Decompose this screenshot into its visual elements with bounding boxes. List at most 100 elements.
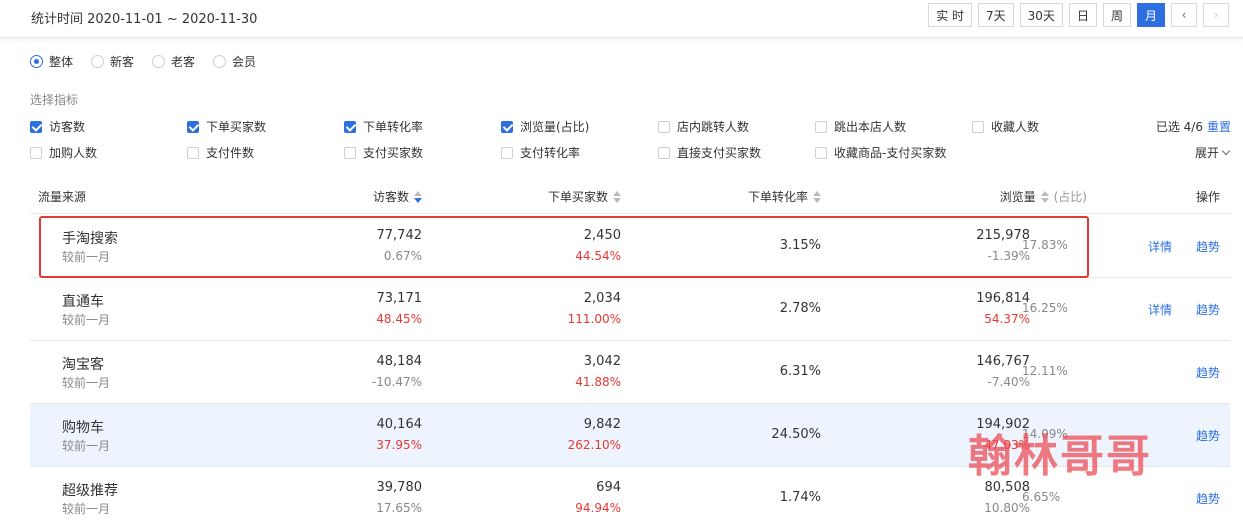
sort-icon[interactable] bbox=[813, 190, 821, 203]
buyers-value: 694 bbox=[596, 480, 621, 495]
buyers-change: 111.00% bbox=[567, 312, 621, 326]
segment-radio-group: 整体 新客 老客 会员 bbox=[30, 53, 256, 70]
metric-bounce[interactable]: 跳出本店人数 bbox=[815, 118, 972, 135]
buyers-value: 2,034 bbox=[583, 291, 621, 306]
metric-order-conversion[interactable]: 下单转化率 bbox=[344, 118, 501, 135]
metric-paid-items[interactable]: 支付件数 bbox=[187, 144, 344, 161]
chevron-down-icon bbox=[1221, 146, 1231, 156]
metric-direct-pay-buyers[interactable]: 直接支付买家数 bbox=[658, 144, 815, 161]
buyers-value: 3,042 bbox=[583, 354, 621, 369]
metric-internal-jumps[interactable]: 店内跳转人数 bbox=[658, 118, 815, 135]
time-btn-week[interactable]: 周 bbox=[1102, 3, 1131, 27]
conversion-value: 1.74% bbox=[779, 490, 821, 505]
table-row-hovered: 购物车 较前一月 40,164 37.95% 9,842 262.10% 24.… bbox=[30, 404, 1230, 467]
conversion-value: 2.78% bbox=[779, 301, 821, 316]
conversion-value: 24.50% bbox=[771, 427, 821, 442]
time-btn-month[interactable]: 月 bbox=[1136, 3, 1165, 27]
chevron-left-icon: ‹ bbox=[1181, 8, 1187, 22]
share-value: 6.65% bbox=[1022, 490, 1061, 504]
metric-row-2: 加购人数 支付件数 支付买家数 支付转化率 直接支付买家数 收藏商品-支付买家数 bbox=[30, 144, 1015, 161]
radio-overall[interactable]: 整体 bbox=[30, 53, 73, 70]
metric-pay-conversion[interactable]: 支付转化率 bbox=[501, 144, 658, 161]
top-bar: 统计时间 2020-11-01 ~ 2020-11-30 实 时 7天 30天 … bbox=[0, 0, 1243, 38]
table-body: 手淘搜索 较前一月 77,742 0.67% 2,450 44.54% 3.15… bbox=[30, 215, 1230, 526]
visitors-change: 0.67% bbox=[383, 249, 422, 263]
source-name: 购物车 bbox=[62, 420, 104, 436]
buyers-value: 9,842 bbox=[583, 417, 621, 432]
compare-label: 较前一月 bbox=[62, 502, 111, 516]
radio-member[interactable]: 会员 bbox=[213, 53, 256, 70]
buyers-value: 2,450 bbox=[583, 228, 621, 243]
visitors-change: 17.65% bbox=[376, 501, 422, 515]
radio-old-customer[interactable]: 老客 bbox=[152, 53, 195, 70]
detail-link[interactable]: 详情 bbox=[1148, 238, 1172, 255]
buyers-change: 262.10% bbox=[567, 438, 621, 452]
sort-icon[interactable] bbox=[1040, 190, 1049, 203]
conversion-value: 6.31% bbox=[779, 364, 821, 379]
th-source: 流量来源 bbox=[38, 190, 87, 204]
metric-favorites[interactable]: 收藏人数 bbox=[972, 118, 1129, 135]
visitors-change: 37.95% bbox=[376, 438, 422, 452]
time-btn-30d[interactable]: 30天 bbox=[1019, 3, 1063, 27]
trend-link[interactable]: 趋势 bbox=[1196, 490, 1220, 507]
th-order-buyers[interactable]: 下单买家数 bbox=[548, 188, 621, 205]
time-btn-7d[interactable]: 7天 bbox=[978, 3, 1014, 27]
metric-order-buyers[interactable]: 下单买家数 bbox=[187, 118, 344, 135]
source-name: 直通车 bbox=[62, 294, 104, 310]
date-range: 统计时间 2020-11-01 ~ 2020-11-30 bbox=[31, 12, 258, 27]
metric-visitors[interactable]: 访客数 bbox=[30, 118, 187, 135]
th-pageviews[interactable]: 浏览量 (占比) bbox=[1000, 188, 1087, 205]
trend-link[interactable]: 趋势 bbox=[1196, 301, 1220, 318]
checkbox-unchecked-icon bbox=[30, 146, 42, 159]
checkbox-unchecked-icon bbox=[815, 146, 827, 159]
radio-new-customer[interactable]: 新客 bbox=[91, 53, 134, 70]
checkbox-unchecked-icon bbox=[815, 120, 827, 133]
visitors-value: 40,164 bbox=[376, 417, 423, 432]
checkbox-checked-icon bbox=[344, 120, 356, 133]
radio-unchecked-icon bbox=[91, 55, 105, 68]
metric-pageviews[interactable]: 浏览量(占比) bbox=[501, 118, 658, 135]
buyers-change: 41.88% bbox=[575, 375, 621, 389]
time-btn-day[interactable]: 日 bbox=[1068, 3, 1097, 27]
reset-link[interactable]: 重置 bbox=[1207, 118, 1231, 135]
next-period-button[interactable]: › bbox=[1203, 3, 1229, 27]
share-value: 14.09% bbox=[1022, 427, 1068, 441]
checkbox-checked-icon bbox=[30, 120, 42, 133]
table-row: 淘宝客 较前一月 48,184 -10.47% 3,042 41.88% 6.3… bbox=[30, 341, 1230, 404]
source-name: 手淘搜索 bbox=[62, 231, 118, 247]
checkbox-unchecked-icon bbox=[972, 120, 984, 133]
checkbox-unchecked-icon bbox=[658, 146, 670, 159]
compare-label: 较前一月 bbox=[62, 313, 111, 327]
chevron-right-icon: › bbox=[1213, 8, 1219, 22]
selected-count: 已选 4/6 重置 bbox=[1155, 118, 1231, 135]
prev-period-button[interactable]: ‹ bbox=[1171, 3, 1197, 27]
conversion-value: 3.15% bbox=[779, 238, 821, 253]
metric-add-to-cart[interactable]: 加购人数 bbox=[30, 144, 187, 161]
visitors-value: 77,742 bbox=[376, 228, 423, 243]
checkbox-checked-icon bbox=[187, 120, 199, 133]
time-btn-realtime[interactable]: 实 时 bbox=[928, 3, 973, 27]
source-name: 超级推荐 bbox=[62, 483, 118, 499]
sort-icon[interactable] bbox=[414, 190, 422, 203]
compare-label: 较前一月 bbox=[62, 376, 111, 390]
radio-unchecked-icon bbox=[213, 55, 227, 68]
source-name: 淘宝客 bbox=[62, 357, 104, 373]
trend-link[interactable]: 趋势 bbox=[1196, 364, 1220, 381]
th-visitors[interactable]: 访客数 bbox=[373, 188, 422, 205]
trend-link[interactable]: 趋势 bbox=[1196, 238, 1220, 255]
sort-icon[interactable] bbox=[613, 190, 621, 203]
th-conversion[interactable]: 下单转化率 bbox=[748, 188, 821, 205]
metric-paid-buyers[interactable]: 支付买家数 bbox=[344, 144, 501, 161]
trend-link[interactable]: 趋势 bbox=[1196, 427, 1220, 444]
expand-toggle[interactable]: 展开 bbox=[1195, 144, 1231, 161]
visitors-value: 73,171 bbox=[376, 291, 423, 306]
th-actions: 操作 bbox=[1195, 190, 1220, 204]
checkbox-unchecked-icon bbox=[658, 120, 670, 133]
detail-link[interactable]: 详情 bbox=[1148, 301, 1172, 318]
checkbox-checked-icon bbox=[501, 120, 513, 133]
checkbox-unchecked-icon bbox=[501, 146, 513, 159]
visitors-value: 39,780 bbox=[376, 480, 423, 495]
share-value: 17.83% bbox=[1022, 238, 1068, 252]
metric-fav-pay-buyers[interactable]: 收藏商品-支付买家数 bbox=[815, 144, 1015, 161]
visitors-change: 48.45% bbox=[376, 312, 422, 326]
